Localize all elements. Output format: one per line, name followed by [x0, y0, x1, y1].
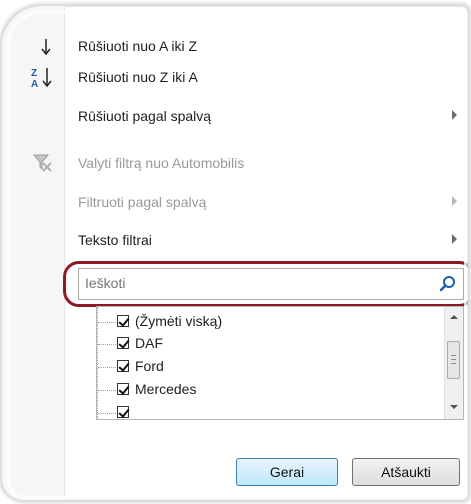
sort-az-label: Rūšiuoti nuo A iki Z	[78, 38, 198, 54]
checkbox[interactable]	[117, 337, 129, 349]
svg-text:A: A	[31, 79, 38, 90]
list-item[interactable]: Ford	[97, 356, 437, 378]
list-item-label: Ford	[135, 358, 164, 374]
search-input[interactable]	[85, 273, 415, 293]
submenu-arrow-icon	[452, 234, 457, 244]
checkbox[interactable]	[117, 315, 129, 327]
clear-filter-label: Valyti filtrą nuo Automobilis	[78, 155, 245, 171]
menu-item-sort-by-color[interactable]: Rūšiuoti pagal spalvą	[2, 102, 468, 132]
menu-item-text-filters[interactable]: Teksto filtrai	[2, 226, 468, 256]
submenu-arrow-icon	[452, 110, 457, 120]
menu-item-filter-by-color[interactable]: Filtruoti pagal spalvą	[2, 188, 468, 218]
svg-text:Z: Z	[31, 68, 37, 79]
scroll-thumb[interactable]	[447, 341, 460, 379]
menu-item-sort-az[interactable]: Rūšiuoti nuo A iki Z	[2, 32, 468, 62]
list-item-label: DAF	[135, 335, 163, 351]
sort-az-icon	[30, 36, 54, 58]
search-icon[interactable]	[439, 275, 457, 293]
sort-za-label: Rūšiuoti nuo Z iki A	[78, 69, 198, 85]
filter-dropdown: Rūšiuoti nuo A iki Z Z A Rūšiuoti nuo Z …	[2, 6, 468, 500]
scroll-up-icon[interactable]	[450, 315, 458, 319]
text-filters-label: Teksto filtrai	[78, 232, 152, 248]
checkbox[interactable]	[117, 383, 129, 395]
clear-filter-icon	[32, 153, 54, 173]
list-item-label: (Žymėti viską)	[135, 313, 223, 329]
sort-za-icon: Z A	[30, 65, 58, 91]
list-scrollbar[interactable]	[444, 307, 463, 419]
checkbox[interactable]	[117, 406, 129, 418]
sort-by-color-label: Rūšiuoti pagal spalvą	[78, 108, 212, 124]
list-item-select-all[interactable]: (Žymėti viską)	[97, 311, 437, 333]
filter-by-color-label: Filtruoti pagal spalvą	[78, 194, 207, 210]
search-field[interactable]	[78, 268, 464, 300]
list-item[interactable]: DAF	[97, 333, 437, 355]
checkbox[interactable]	[117, 360, 129, 372]
menu-item-clear-filter[interactable]: Valyti filtrą nuo Automobilis	[2, 149, 468, 179]
list-item-label: Mercedes	[135, 381, 197, 397]
cancel-button[interactable]: Atšaukti	[352, 458, 460, 486]
filter-value-list: (Žymėti viską) DAF Ford Mercedes	[96, 306, 464, 420]
menu-item-sort-za[interactable]: Z A Rūšiuoti nuo Z iki A	[2, 63, 468, 93]
list-item[interactable]: Mercedes	[97, 379, 437, 401]
list-item-partial[interactable]	[97, 402, 437, 419]
scroll-down-icon[interactable]	[450, 405, 458, 409]
ok-button[interactable]: Gerai	[236, 458, 338, 486]
submenu-arrow-icon	[452, 196, 457, 206]
